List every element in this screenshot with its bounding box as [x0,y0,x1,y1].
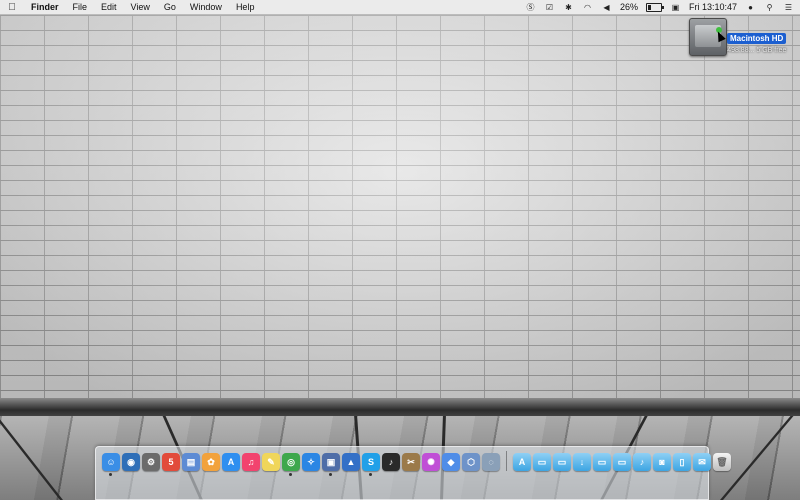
battery-fill [647,4,652,10]
trash-icon[interactable]: 🗑 [713,453,731,471]
apple-logo-icon[interactable]:  [0,2,24,13]
user-icon[interactable]: ● [745,2,756,13]
skype-icon[interactable]: S [362,453,380,476]
screenshot-folder-icon[interactable]: ◙ [653,453,671,471]
menu-file[interactable]: File [66,0,95,14]
input-source-icon[interactable]: ▣ [670,2,681,13]
mail-stack-icon[interactable]: ✉ [693,453,711,471]
hard-drive-label[interactable]: Macintosh HD 498.88... 5 GB free [727,28,787,54]
calendar-icon[interactable]: 5 [162,453,180,471]
running-indicator [329,473,332,476]
notification-center-icon[interactable]: ☰ [783,2,794,13]
safari-icon[interactable]: ✧ [302,453,320,471]
menu-help[interactable]: Help [229,0,262,14]
hard-drive-name: Macintosh HD [727,33,787,44]
notes-icon[interactable]: ✎ [262,453,280,471]
preview-icon[interactable]: ▤ [182,453,200,471]
movies-folder-icon[interactable]: ▭ [593,453,611,471]
dashboard-icon[interactable]: ◉ [122,453,140,471]
archive-utility-icon[interactable]: ✂ [402,453,420,471]
package-icon[interactable]: ⬡ [462,453,480,471]
battery-percent[interactable]: 26% [620,2,638,12]
checklist-status-icon[interactable]: ☑ [544,2,555,13]
compass-app-icon[interactable]: ◌ [482,453,500,471]
floor-board-line [0,416,63,500]
flower-app-icon[interactable]: ✺ [422,453,440,471]
music-folder-icon[interactable]: ♪ [633,453,651,471]
file-utility-icon[interactable]: ▣ [322,453,340,476]
menu-window[interactable]: Window [183,0,229,14]
chrome-icon[interactable]: ◎ [282,453,300,476]
dropbox-icon[interactable]: ◆ [442,453,460,471]
wallpaper-shading [0,14,800,406]
dock: ☺ ◉ ⚙ 5 ▤ ✿ A ♫ ✎ ◎ ✧ ▣ ▲ S ♪ ✂ ✺ ◆ ⬡ ◌ A ▭ ▭ ↓ ▭ ▭ ♪ ◙ ▯ ✉ 🗑 [95,446,731,500]
spotlight-search-icon[interactable]: ⚲ [764,2,775,13]
downloads-folder-icon[interactable]: ↓ [573,453,591,471]
itunes-icon[interactable]: ♫ [242,453,260,471]
running-indicator [109,473,112,476]
documents-folder-icon[interactable]: ▭ [533,453,551,471]
app-menu-finder[interactable]: Finder [24,0,66,14]
bluetooth-icon[interactable]: ✱ [563,2,574,13]
music-player-icon[interactable]: ♪ [382,453,400,471]
app-store-icon[interactable]: A [222,453,240,471]
menu-bar:  Finder File Edit View Go Window Help Ⓢ… [0,0,800,15]
menu-view[interactable]: View [124,0,157,14]
skype-status-icon[interactable]: Ⓢ [525,2,536,13]
battery-icon[interactable] [645,2,664,12]
system-preferences-icon[interactable]: ⚙ [142,453,160,471]
volume-icon[interactable]: ◀ [601,2,612,13]
desktop [0,0,800,500]
menu-go[interactable]: Go [157,0,183,14]
applications-folder-icon[interactable]: A [513,453,531,471]
hard-drive-free-space: 498.88... 5 GB free [727,47,787,54]
pictures-folder-icon[interactable]: ▭ [613,453,631,471]
wall-base [0,398,800,418]
xcode-icon[interactable]: ▲ [342,453,360,471]
document-stack-icon[interactable]: ▯ [673,453,691,471]
photos-icon[interactable]: ✿ [202,453,220,471]
dock-items: ☺ ◉ ⚙ 5 ▤ ✿ A ♫ ✎ ◎ ✧ ▣ ▲ S ♪ ✂ ✺ ◆ ⬡ ◌ A ▭ ▭ ↓ ▭ ▭ ♪ ◙ ▯ ✉ 🗑 [102,451,731,476]
dock-separator [506,451,507,471]
finder-icon[interactable]: ☺ [102,453,120,476]
running-indicator [369,473,372,476]
menu-clock[interactable]: Fri 13:10:47 [689,2,737,12]
running-indicator [289,473,292,476]
desktop-folder-icon[interactable]: ▭ [553,453,571,471]
menu-edit[interactable]: Edit [94,0,124,14]
floor-board-line [720,416,794,500]
wifi-icon[interactable]: ◠ [582,2,593,13]
